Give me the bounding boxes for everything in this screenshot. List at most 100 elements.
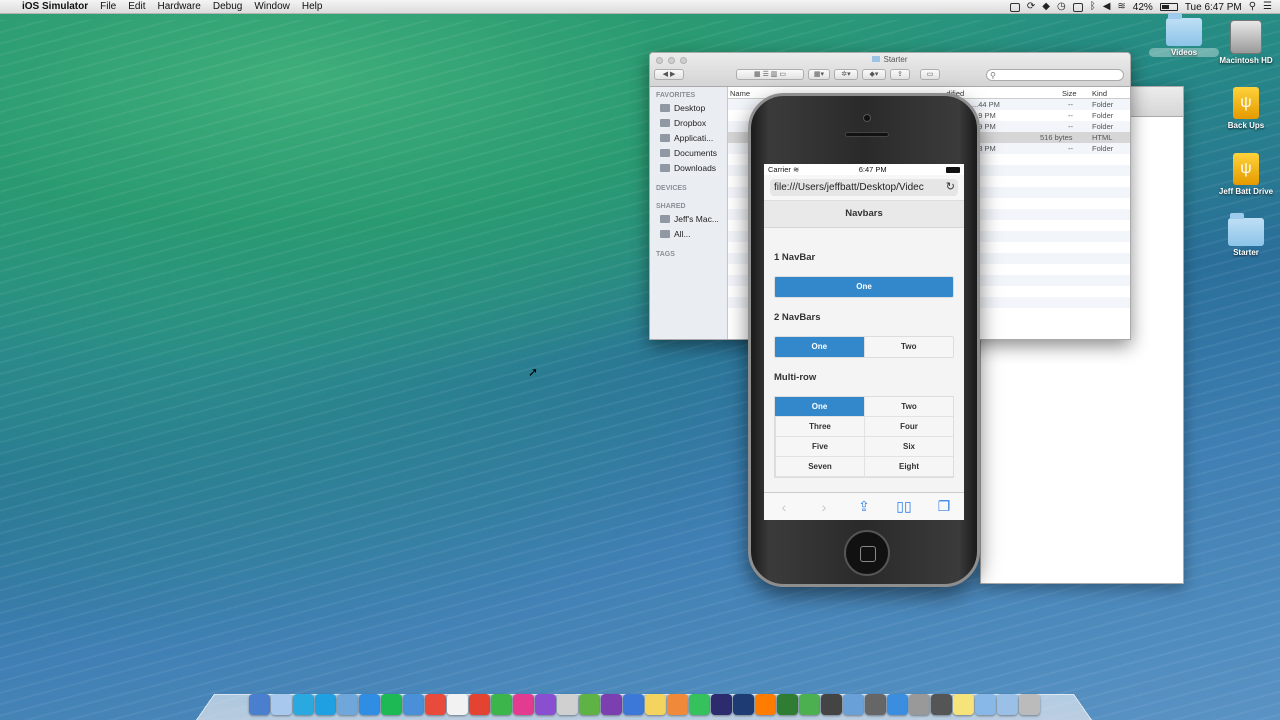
dock-app-maps-icon[interactable] [336,693,358,715]
iphone-simulator: Carrier ≋ 6:47 PM file:///Users/jeffbatt… [748,93,980,587]
dropbox-button[interactable]: ◆▾ [862,69,886,80]
back-icon[interactable]: ‹ [774,499,794,515]
time-machine-icon[interactable]: ◷ [1057,0,1066,14]
dock-app-photos-icon[interactable] [666,693,688,715]
navbar-button-one[interactable]: One [775,337,864,357]
search-input[interactable]: ⚲ [986,69,1124,81]
dock-app-animate-icon[interactable] [710,693,732,715]
sync-icon[interactable]: ⟳ [1027,0,1035,14]
menu-edit[interactable]: Edit [128,1,145,12]
navbar-button-four[interactable]: Four [864,417,953,437]
sidebar-item-all[interactable]: All... [650,227,727,242]
desktop-icon-starter[interactable]: Starter [1211,213,1280,257]
dock-app-ftp-icon[interactable] [556,693,578,715]
dropbox-icon[interactable]: ◆ [1042,0,1050,14]
column-kind[interactable]: Kind [1092,89,1107,98]
navbar-button-six[interactable]: Six [864,437,953,457]
menu-debug[interactable]: Debug [213,1,242,12]
dock-app-illustrator-icon[interactable] [754,693,776,715]
dock-app-twitter-icon[interactable] [292,693,314,715]
dock-app-itunes-icon[interactable] [512,693,534,715]
reload-icon[interactable]: ↻ [945,179,955,196]
sidebar-item-applications[interactable]: Applicati... [650,131,727,146]
screen-icon[interactable] [1009,2,1020,12]
navbar-button-one[interactable]: One [775,397,864,417]
clock[interactable]: Tue 6:47 PM [1185,2,1242,13]
bluetooth-icon[interactable]: ᛒ [1090,0,1096,14]
dock-app-finder-icon[interactable] [248,693,270,715]
forward-icon[interactable]: › [814,499,834,515]
menu-hardware[interactable]: Hardware [157,1,200,12]
dock-app-xcode-icon[interactable] [886,693,908,715]
home-button[interactable] [844,530,890,576]
desktop-icon-back-ups[interactable]: ψ Back Ups [1211,87,1280,130]
display-icon[interactable] [1072,2,1083,12]
navbar-button-eight[interactable]: Eight [864,457,953,477]
volume-icon[interactable]: ◀ [1103,0,1111,14]
view-switcher[interactable]: ▦ ☰ ▥ ▭ [736,69,804,80]
desktop-icon-videos[interactable]: Videos [1149,13,1219,57]
dock-app-dreamweaver-icon[interactable] [688,693,710,715]
sidebar-item-label: All... [674,229,691,239]
wifi-icon[interactable]: ≋ [1117,0,1125,14]
desktop-icon-jeff-batt-drive[interactable]: ψ Jeff Batt Drive [1211,153,1280,196]
navbar-button-three[interactable]: Three [775,417,864,437]
dock-app-calculator-icon[interactable] [908,693,930,715]
dock-app-evernote-icon[interactable] [578,693,600,715]
arrange-button[interactable]: ▦▾ [808,69,830,80]
back-forward-button[interactable]: ◀ ▶ [654,69,684,80]
battery-icon[interactable] [1159,3,1178,11]
dock-app-activity-icon[interactable] [930,693,952,715]
finder-titlebar[interactable]: Starter ◀ ▶ ▦ ☰ ▥ ▭ ▦▾ ✲▾ ◆▾ ⇪ ▭ ⚲ [650,53,1130,87]
dock-app-camtasia-icon[interactable] [798,693,820,715]
menu-window[interactable]: Window [254,1,290,12]
share-icon[interactable]: ⇪ [890,69,910,80]
bookmarks-icon[interactable]: ▯▯ [894,498,914,515]
sidebar-item-dropbox[interactable]: Dropbox [650,116,727,131]
navbar-button-five[interactable]: Five [775,437,864,457]
dock-app-instruments-icon[interactable] [864,693,886,715]
tags-button[interactable]: ▭ [920,69,940,80]
url-field[interactable]: file:///Users/jeffbatt/Desktop/Videc ↻ [770,179,958,196]
sidebar-item-desktop[interactable]: Desktop [650,101,727,116]
dock-app-chrome-icon[interactable] [424,693,446,715]
menu-file[interactable]: File [100,1,116,12]
navbar-button-one[interactable]: One [775,277,953,297]
dock-app-spotify-icon[interactable] [380,693,402,715]
dock-app-numbers-icon[interactable] [490,693,512,715]
desktop-icon-macintosh-hd[interactable]: Macintosh HD [1211,20,1280,65]
dock-app-notes-icon[interactable] [644,693,666,715]
dock-app-screenflow-icon[interactable] [820,693,842,715]
spotlight-icon[interactable]: ⚲ [1249,0,1256,14]
sidebar-item-documents[interactable]: Documents [650,146,727,161]
dock-app-captivate-icon[interactable] [776,693,798,715]
dock-app-skype-icon[interactable] [314,693,336,715]
sidebar-item-jeffs-mac[interactable]: Jeff's Mac... [650,212,727,227]
notification-center-icon[interactable]: ☰ [1263,0,1272,14]
sidebar-item-downloads[interactable]: Downloads [650,161,727,176]
navbar-button-seven[interactable]: Seven [775,457,864,477]
share-icon[interactable]: ⇪ [854,498,874,515]
dock-app-trash-icon[interactable] [1018,693,1040,715]
menu-help[interactable]: Help [302,1,323,12]
navbar-button-two[interactable]: Two [864,397,953,417]
dock-app-onenote-icon[interactable] [600,693,622,715]
menu-app-name[interactable]: iOS Simulator [22,1,88,12]
dock-app-things-icon[interactable] [622,693,644,715]
dock-app-preview-icon[interactable] [842,693,864,715]
dock-app-photoshop-icon[interactable] [732,693,754,715]
column-name[interactable]: Name [730,89,750,98]
gear-icon[interactable]: ✲▾ [834,69,858,80]
dock-app-folder-icon[interactable] [974,693,996,715]
dock-app-stickies-icon[interactable] [952,693,974,715]
dock-app-omnifocus-icon[interactable] [534,693,556,715]
dock-app-app-store-icon[interactable] [358,693,380,715]
navbar-button-two[interactable]: Two [863,337,953,357]
dock-app-todoist-icon[interactable] [468,693,490,715]
tabs-icon[interactable]: ❐ [934,498,954,515]
column-size[interactable]: Size [1062,89,1077,98]
dock-app-calendar-icon[interactable] [446,693,468,715]
dock-app-downloads-icon[interactable] [996,693,1018,715]
dock-app-safari-icon[interactable] [402,693,424,715]
dock-app-launchpad-icon[interactable] [270,693,292,715]
